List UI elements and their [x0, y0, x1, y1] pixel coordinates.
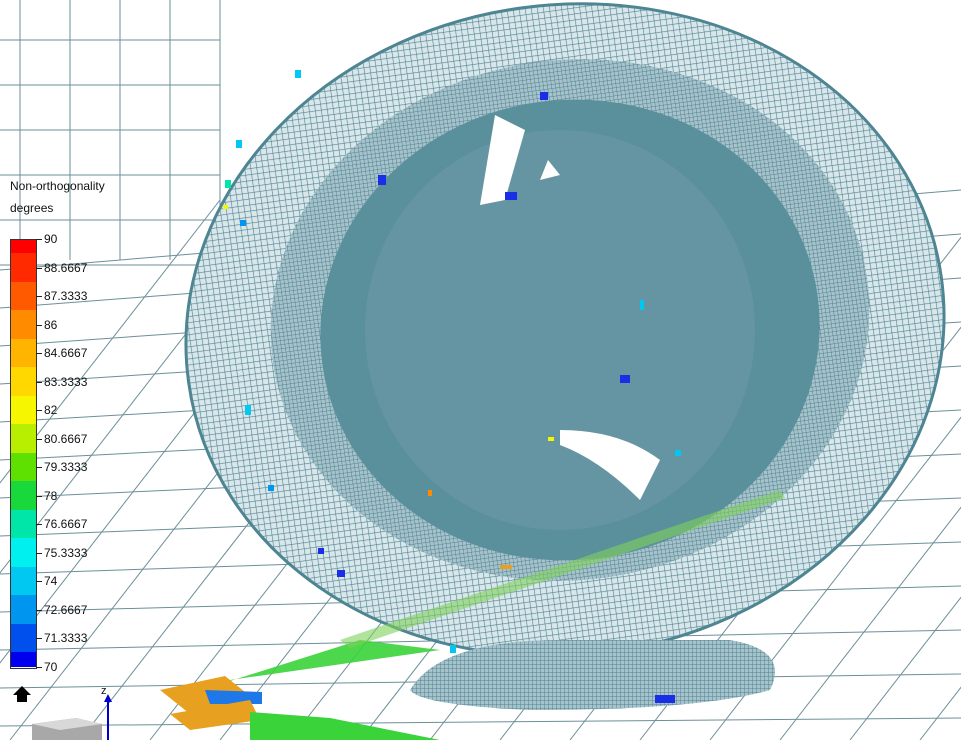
legend-label: 75.3333	[44, 545, 88, 560]
legend-label: 86	[44, 317, 58, 332]
legend-tick	[36, 609, 42, 611]
legend-units: degrees	[10, 201, 54, 215]
legend-label: 84.6667	[44, 346, 88, 360]
legend-tick	[36, 267, 42, 269]
legend-label: 79.3333	[44, 460, 88, 474]
legend-tick	[36, 581, 42, 582]
legend-tick	[36, 552, 42, 554]
legend-tick	[36, 524, 42, 525]
legend-label: 87.3333	[44, 289, 88, 303]
legend-label: 72.6667	[44, 602, 88, 617]
legend-tick	[36, 438, 42, 440]
view-cube-icon[interactable]	[30, 714, 104, 740]
3d-viewport[interactable]	[0, 0, 961, 740]
legend-label: 90	[44, 232, 58, 246]
legend-title: Non-orthogonality	[10, 179, 105, 193]
legend-tick	[36, 324, 42, 326]
legend-tick	[36, 410, 42, 411]
legend-label: 88.6667	[44, 260, 88, 275]
legend-label: 74	[44, 574, 58, 588]
legend-tick	[36, 495, 42, 497]
home-view-icon[interactable]	[12, 684, 32, 704]
legend-label: 80.6667	[44, 431, 88, 446]
legend-tick	[36, 666, 42, 668]
legend-tick	[36, 467, 42, 468]
color-legend: Non-orthogonality degrees 90 88.6667 87.33…	[0, 0, 140, 740]
legend-tick	[36, 296, 42, 297]
legend-tick	[36, 353, 42, 354]
z-axis-label: z	[101, 685, 107, 697]
legend-tick	[36, 638, 42, 639]
legend-label: 71.3333	[44, 631, 88, 645]
legend-tick	[36, 381, 42, 383]
tire-mesh-model[interactable]	[143, 0, 961, 710]
legend-label: 83.3333	[44, 374, 88, 389]
ground-cells	[160, 640, 440, 740]
legend-label: 82	[44, 403, 58, 417]
legend-label: 78	[44, 488, 58, 503]
legend-label: 76.6667	[44, 517, 88, 531]
legend-tick	[36, 239, 42, 240]
legend-bar-border	[10, 239, 37, 669]
legend-label: 70	[44, 659, 58, 674]
